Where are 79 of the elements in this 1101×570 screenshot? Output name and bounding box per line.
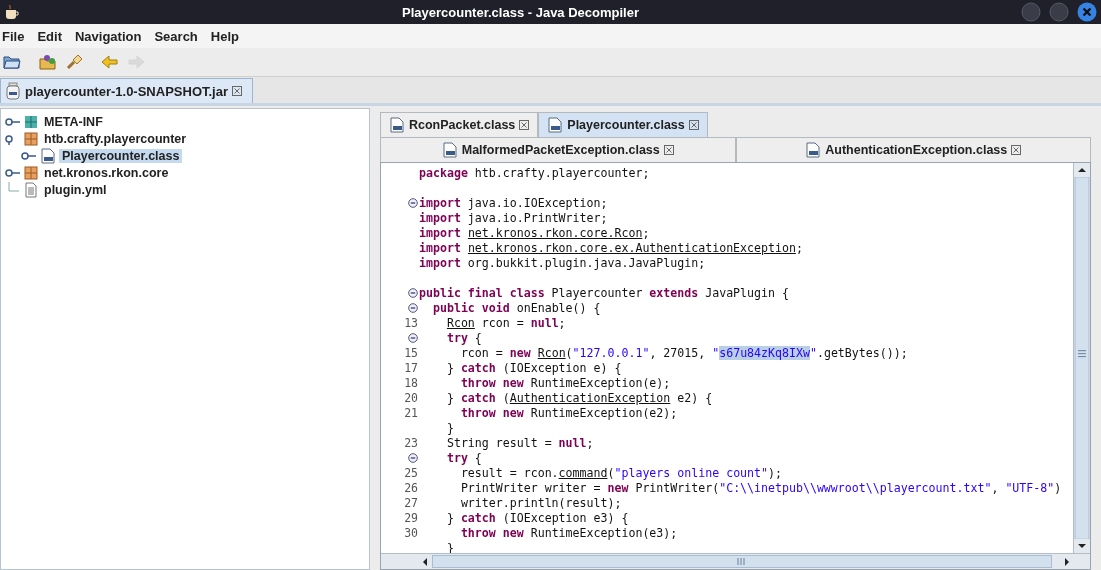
class-file-icon xyxy=(389,117,405,133)
fold-icon[interactable] xyxy=(408,287,418,298)
class-file-icon xyxy=(441,142,458,158)
editor-tab[interactable]: Playercounter.class xyxy=(538,112,708,137)
expand-handle-icon[interactable] xyxy=(5,115,21,128)
code-line: result = rcon.command("players online count"); xyxy=(459,465,782,480)
fold-icon[interactable] xyxy=(408,332,418,343)
close-icon[interactable] xyxy=(232,86,242,96)
jar-icon xyxy=(5,82,21,100)
line-number: 20 xyxy=(404,390,418,405)
menu-item[interactable]: Search xyxy=(154,26,198,46)
menu-item[interactable]: Help xyxy=(210,26,239,46)
code-line: throw new RuntimeException(e3); xyxy=(459,525,678,540)
code-line: } catch (IOException e) { xyxy=(445,360,622,375)
tree-item[interactable]: net.kronos.rkon.core xyxy=(41,165,172,180)
code-line: PrintWriter writer = new PrintWriter("C:\\inetpub\\wwwroot\\playercount.txt", "UTF-8") xyxy=(459,480,1062,495)
close-icon[interactable] xyxy=(688,120,699,130)
code-line: } xyxy=(445,420,454,435)
code-line: try { xyxy=(445,330,482,345)
package-icon xyxy=(24,131,38,146)
class-file-icon xyxy=(805,142,822,158)
code-line: } xyxy=(445,540,454,553)
code-line: try { xyxy=(445,450,482,465)
line-number: 13 xyxy=(404,315,418,330)
text-file-icon xyxy=(24,181,38,198)
code-line: Rcon rcon = null; xyxy=(445,315,566,330)
fold-icon[interactable] xyxy=(408,197,418,208)
code-line: writer.println(result); xyxy=(459,495,622,510)
line-number: 29 xyxy=(404,510,418,525)
tree-item[interactable]: htb.crafty.playercounter xyxy=(41,131,190,146)
line-number: 15 xyxy=(404,345,418,360)
close-icon[interactable] xyxy=(663,145,674,155)
tree-item[interactable]: META-INF xyxy=(41,114,106,129)
tree-item[interactable]: plugin.yml xyxy=(41,182,110,197)
fold-icon[interactable] xyxy=(408,452,418,463)
line-number: 25 xyxy=(404,465,418,480)
code-line: } catch (AuthenticationException e2) { xyxy=(445,390,713,405)
close-button[interactable] xyxy=(1077,2,1097,22)
line-number: 30 xyxy=(404,525,418,540)
line-number: 17 xyxy=(404,360,418,375)
code-line: import org.bukkit.plugin.java.JavaPlugin; xyxy=(419,255,706,270)
scroll-thumb[interactable] xyxy=(1074,176,1090,540)
expand-handle-icon[interactable] xyxy=(5,166,21,179)
editor-tab[interactable]: MalformedPacketException.class xyxy=(380,137,736,162)
code-line: throw new RuntimeException(e2); xyxy=(459,405,678,420)
class-file-icon xyxy=(40,147,56,164)
code-line: public final class Playercounter extends JavaPlugin { xyxy=(419,285,789,300)
code-line: import net.kronos.rkon.core.Rcon; xyxy=(419,225,650,240)
tree-item[interactable]: Playercounter.class xyxy=(59,148,183,163)
file-tab[interactable]: playercounter-1.0-SNAPSHOT.jar xyxy=(0,78,253,103)
close-icon[interactable] xyxy=(519,120,530,130)
fold-icon[interactable] xyxy=(408,302,418,313)
menu-item[interactable]: File xyxy=(2,26,25,46)
coffee-cup-icon xyxy=(4,4,20,20)
folder-grid-icon xyxy=(24,114,38,129)
line-number: 21 xyxy=(404,405,418,420)
code-line: } catch (IOException e3) { xyxy=(445,510,629,525)
code-line: rcon = new Rcon("127.0.0.1", 27015, "s67u84zKq8IXw".getBytes()); xyxy=(459,345,908,360)
line-number: 26 xyxy=(404,480,418,495)
code-line: import net.kronos.rkon.core.ex.AuthenticationException; xyxy=(419,240,803,255)
code-line: import java.io.IOException; xyxy=(419,195,608,210)
code-line: package htb.crafty.playercounter; xyxy=(419,165,650,180)
close-icon[interactable] xyxy=(1011,145,1022,155)
expand-handle-icon[interactable] xyxy=(21,149,37,162)
line-number: 23 xyxy=(404,435,418,450)
class-file-icon xyxy=(547,117,564,133)
editor-tab[interactable]: RconPacket.class xyxy=(380,112,539,137)
scroll-thumb[interactable] xyxy=(432,555,1052,568)
editor-tab[interactable]: AuthenticationException.class xyxy=(735,137,1091,162)
line-number: 18 xyxy=(404,375,418,390)
code-line: String result = null; xyxy=(445,435,594,450)
menu-item[interactable]: Edit xyxy=(37,26,62,46)
menu-item[interactable]: Navigation xyxy=(74,26,142,46)
package-icon xyxy=(24,165,38,180)
line-number: 27 xyxy=(404,495,418,510)
code-line: public void onEnable() { xyxy=(431,300,601,315)
window-title: Playercounter.class - Java Decompiler xyxy=(401,4,640,20)
code-line: import java.io.PrintWriter; xyxy=(419,210,608,225)
code-line: throw new RuntimeException(e); xyxy=(459,375,671,390)
